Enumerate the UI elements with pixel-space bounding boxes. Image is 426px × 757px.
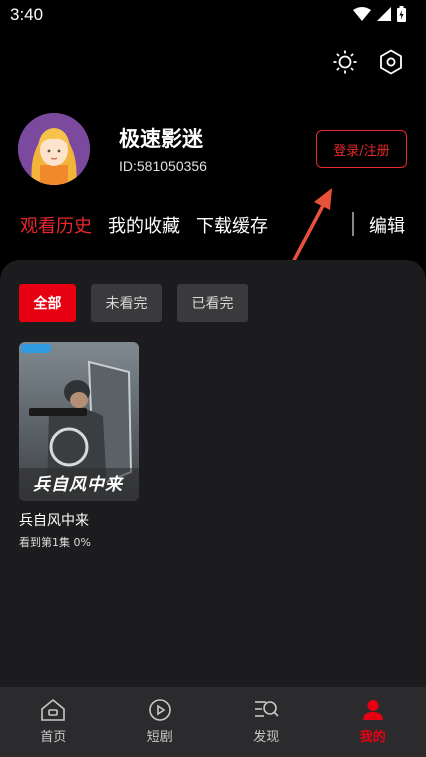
nav-mine[interactable]: 我的 (320, 687, 426, 757)
tab-favorites[interactable]: 我的收藏 (108, 212, 180, 238)
nav-discover[interactable]: 发现 (213, 687, 320, 757)
user-id: ID:581050356 (119, 158, 207, 174)
filter-all-button[interactable]: 全部 (19, 284, 76, 322)
tab-watch-history[interactable]: 观看历史 (20, 212, 92, 238)
nav-shorts[interactable]: 短剧 (107, 687, 214, 757)
status-icons (353, 6, 406, 22)
nav-mine-label: 我的 (359, 730, 386, 745)
home-icon (41, 698, 66, 721)
settings-hexagon-icon (380, 49, 402, 75)
play-circle-icon (148, 699, 171, 721)
discover-icon (255, 701, 279, 717)
sun-icon (333, 50, 357, 74)
poster-image[interactable]: 兵自风中来 (19, 342, 139, 501)
edit-button[interactable]: 编辑 (369, 212, 405, 238)
theme-toggle-button[interactable] (327, 44, 363, 80)
person-icon (362, 700, 383, 720)
filter-unwatched-button[interactable]: 未看完 (91, 284, 162, 322)
history-card[interactable]: 兵自风中来 兵自风中来 看到第1集 0% (19, 342, 139, 550)
content-tabs: 观看历史 我的收藏 下载缓存 (20, 212, 268, 238)
tab-downloads[interactable]: 下载缓存 (196, 212, 268, 238)
login-register-button[interactable]: 登录/注册 (316, 130, 407, 168)
battery-icon (397, 6, 406, 22)
tab-divider (352, 212, 354, 236)
username: 极速影迷 (119, 127, 203, 151)
card-title: 兵自风中来 (19, 513, 89, 529)
nav-home-label: 首页 (40, 730, 67, 745)
card-progress: 看到第1集 0% (19, 536, 91, 549)
status-bar: 3:40 (0, 0, 426, 30)
avatar[interactable] (18, 113, 90, 185)
bottom-navigation: 首页 短剧 发现 我的 (0, 687, 426, 757)
filter-watched-button[interactable]: 已看完 (177, 284, 248, 322)
signal-icon (377, 7, 391, 21)
avatar-illustration-icon (18, 113, 90, 185)
nav-shorts-label: 短剧 (146, 730, 173, 745)
settings-button[interactable] (373, 44, 409, 80)
status-time: 3:40 (10, 5, 44, 24)
nav-home[interactable]: 首页 (0, 687, 107, 757)
nav-discover-label: 发现 (253, 730, 280, 745)
wifi-icon (353, 7, 371, 21)
poster-title-text: 兵自风中来 (33, 475, 123, 495)
